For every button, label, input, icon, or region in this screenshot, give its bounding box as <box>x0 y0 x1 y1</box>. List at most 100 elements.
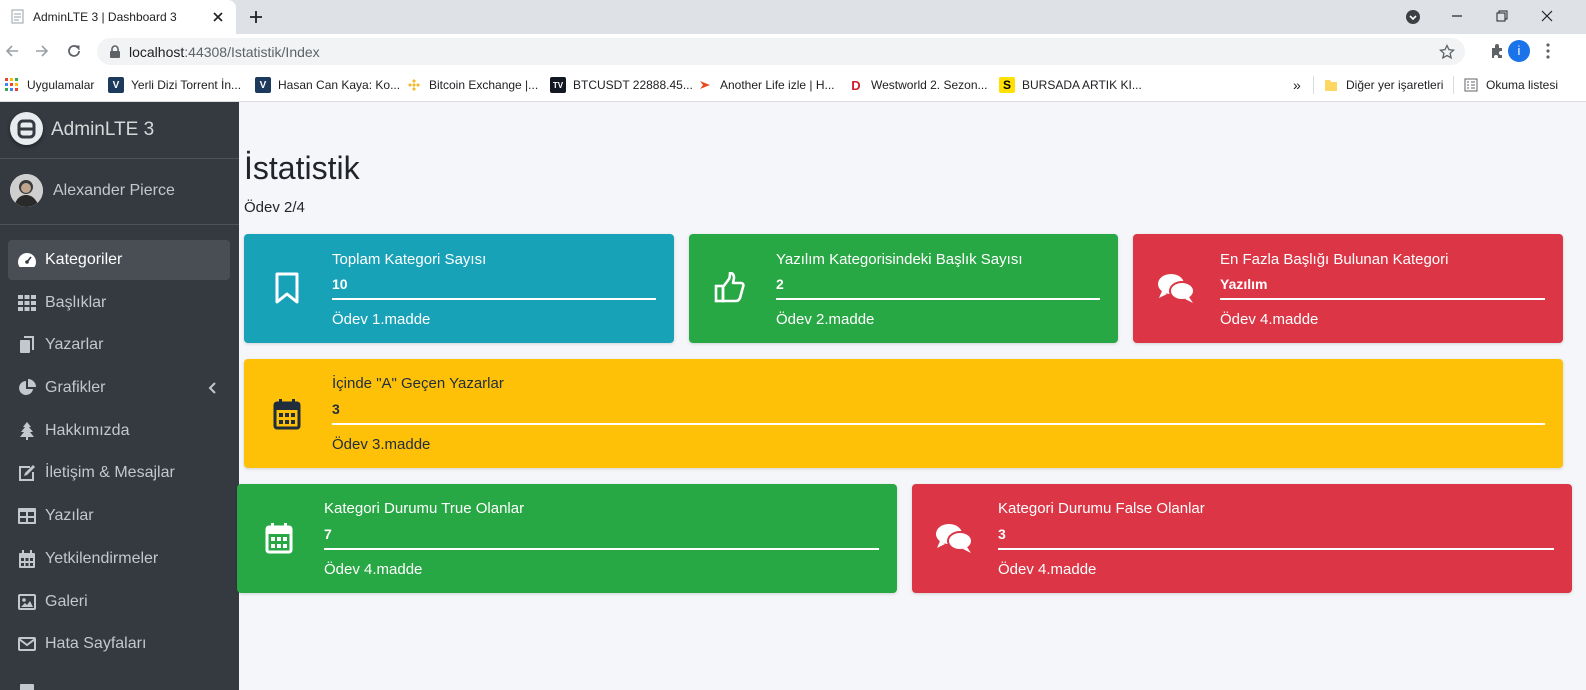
user-name[interactable]: Alexander Pierce <box>53 182 175 200</box>
info-box-description: Ödev 4.madde <box>324 561 423 578</box>
sidebar-item-yetkilendirmeler[interactable]: Yetkilendirmeler <box>8 539 230 579</box>
comments-icon <box>934 518 974 558</box>
restore-icon[interactable] <box>1495 9 1509 23</box>
info-box-description: Ödev 4.madde <box>1220 311 1319 328</box>
brand-link[interactable]: AdminLTE 3 <box>0 102 239 159</box>
th-grid-icon <box>17 294 37 312</box>
avatar[interactable] <box>10 174 43 207</box>
more-bookmarks-button[interactable]: » <box>1293 68 1301 102</box>
bookmarks-bar: Uygulamalar V Yerli Dizi Torrent İn... V… <box>0 68 1586 102</box>
minimize-icon[interactable] <box>1450 9 1464 23</box>
sidebar-item-label: Hata Sayfaları <box>45 635 147 652</box>
site-v-icon: V <box>255 77 271 93</box>
sidebar-item-basliklar[interactable]: Başlıklar <box>8 283 230 323</box>
progress-bar <box>998 548 1554 550</box>
bookmark-another-life[interactable]: Another Life izle | H... <box>697 68 835 102</box>
sidebar-item-label: Yazılar <box>45 507 94 524</box>
folder-icon <box>1323 77 1339 93</box>
progress-bar <box>332 298 656 300</box>
sidebar-item-kategoriler[interactable]: Kategoriler <box>8 240 230 280</box>
progress-bar <box>1220 298 1545 300</box>
window-close-icon[interactable] <box>1540 9 1554 23</box>
profile-avatar[interactable]: i <box>1508 40 1530 62</box>
reload-icon[interactable] <box>66 43 82 59</box>
lock-icon[interactable] <box>109 45 121 58</box>
bookmark-hasan-can[interactable]: V Hasan Can Kaya: Ko... <box>255 68 400 102</box>
sidebar-item-galeri[interactable]: Galeri <box>8 582 230 622</box>
sidebar-item-label: Galeri <box>45 593 88 610</box>
bookmark-btcusdt[interactable]: TV BTCUSDT 22888.45... <box>550 68 693 102</box>
envelope-icon <box>17 635 37 653</box>
edit-icon <box>17 464 37 482</box>
bookmark-label: Yerli Dizi Torrent İn... <box>131 78 242 92</box>
sidebar-item-yazilar[interactable]: Yazılar <box>8 496 230 536</box>
star-icon[interactable] <box>1439 44 1455 60</box>
thumbs-up-icon <box>710 268 750 308</box>
more-menu-icon[interactable] <box>1546 43 1550 59</box>
progress-bar <box>324 548 879 550</box>
bookmark-apps[interactable]: Uygulamalar <box>4 68 94 102</box>
binance-icon <box>406 77 422 93</box>
info-box-number: 7 <box>324 526 332 542</box>
bookmark-label: Bitcoin Exchange |... <box>429 78 539 92</box>
info-box-a-gecen-yazarlar[interactable]: İçinde "A" Geçen Yazarlar 3 Ödev 3.madde <box>244 359 1563 468</box>
sidebar-item-iletisim[interactable]: İletişim & Mesajlar <box>8 453 230 493</box>
info-box-title: Toplam Kategori Sayısı <box>332 251 487 268</box>
bookmark-bitcoin[interactable]: Bitcoin Exchange |... <box>406 68 538 102</box>
sidebar-item-label: İletişim & Mesajlar <box>45 464 175 481</box>
copy-icon <box>17 336 37 354</box>
other-bookmarks[interactable]: Diğer yer işaretleri <box>1323 68 1443 102</box>
comments-icon <box>1156 268 1196 308</box>
sidebar-item-label: Kategoriler <box>45 251 123 268</box>
s-site-icon: S <box>999 77 1015 93</box>
sidebar-item-label: Grafikler <box>45 379 106 396</box>
info-box-toplam-kategori[interactable]: Toplam Kategori Sayısı 10 Ödev 1.madde <box>244 234 674 343</box>
bookmark-westworld[interactable]: D Westworld 2. Sezon... <box>848 68 987 102</box>
url-path: :44308/Istatistik/Index <box>184 44 320 60</box>
info-box-number: 10 <box>332 276 348 292</box>
info-box-title: İçinde "A" Geçen Yazarlar <box>332 375 504 392</box>
info-box-description: Ödev 4.madde <box>998 561 1097 578</box>
bookmark-bursada[interactable]: S BURSADA ARTIK KI... <box>999 68 1142 102</box>
info-box-durum-true[interactable]: Kategori Durumu True Olanlar 7 Ödev 4.ma… <box>237 484 897 593</box>
sidebar-item-hata-sayfalari[interactable]: Hata Sayfaları <box>8 624 230 664</box>
reading-list[interactable]: Okuma listesi <box>1463 68 1558 102</box>
sidebar-item-label: Hakkımızda <box>45 422 130 439</box>
new-tab-icon[interactable] <box>247 8 265 26</box>
tachometer-icon <box>17 251 37 269</box>
back-icon[interactable] <box>4 43 20 59</box>
bookmark-label: BTCUSDT 22888.45... <box>573 78 693 92</box>
info-box-en-fazla-baslik[interactable]: En Fazla Başlığı Bulunan Kategori Yazılı… <box>1133 234 1563 343</box>
sidebar-item-hakkimizda[interactable]: Hakkımızda <box>8 411 230 451</box>
forward-icon[interactable] <box>34 43 50 59</box>
bookmark-yerli-dizi[interactable]: V Yerli Dizi Torrent İn... <box>108 68 241 102</box>
page-title: İstatistik <box>244 150 360 186</box>
info-box-number: Yazılım <box>1220 276 1268 292</box>
sidebar-item-next[interactable] <box>8 668 230 690</box>
address-bar[interactable]: localhost:44308/Istatistik/Index <box>97 38 1465 65</box>
info-box-durum-false[interactable]: Kategori Durumu False Olanlar 3 Ödev 4.m… <box>912 484 1572 593</box>
sidebar-item-yazarlar[interactable]: Yazarlar <box>8 325 230 365</box>
browser-tab[interactable]: AdminLTE 3 | Dashboard 3 <box>0 0 236 34</box>
tab-search-icon[interactable] <box>1405 9 1421 25</box>
bookmark-icon <box>267 268 307 308</box>
main-content: İstatistik Ödev 2/4 Toplam Kategori Sayı… <box>237 102 1586 690</box>
sidebar-item-label: Yetkilendirmeler <box>45 550 159 567</box>
sidebar-item-label: Başlıklar <box>45 294 107 311</box>
info-box-title: Yazılım Kategorisindeki Başlık Sayısı <box>776 251 1023 268</box>
bookmark-label: Uygulamalar <box>27 78 95 92</box>
info-box-number: 3 <box>998 526 1006 542</box>
bookmark-separator <box>1313 76 1314 94</box>
tradingview-icon: TV <box>550 77 566 93</box>
url-text[interactable]: localhost:44308/Istatistik/Index <box>129 44 320 60</box>
chevron-left-icon[interactable] <box>208 382 216 394</box>
user-panel: Alexander Pierce <box>0 159 239 225</box>
info-box-yazilim-baslik[interactable]: Yazılım Kategorisindeki Başlık Sayısı 2 … <box>689 234 1118 343</box>
sidebar-item-grafikler[interactable]: Grafikler <box>8 368 230 408</box>
image-icon <box>17 593 37 611</box>
partial-icon <box>17 679 37 690</box>
reading-list-icon <box>1463 77 1479 93</box>
close-icon[interactable] <box>210 9 226 25</box>
progress-bar <box>332 423 1545 425</box>
extensions-icon[interactable] <box>1489 43 1505 59</box>
